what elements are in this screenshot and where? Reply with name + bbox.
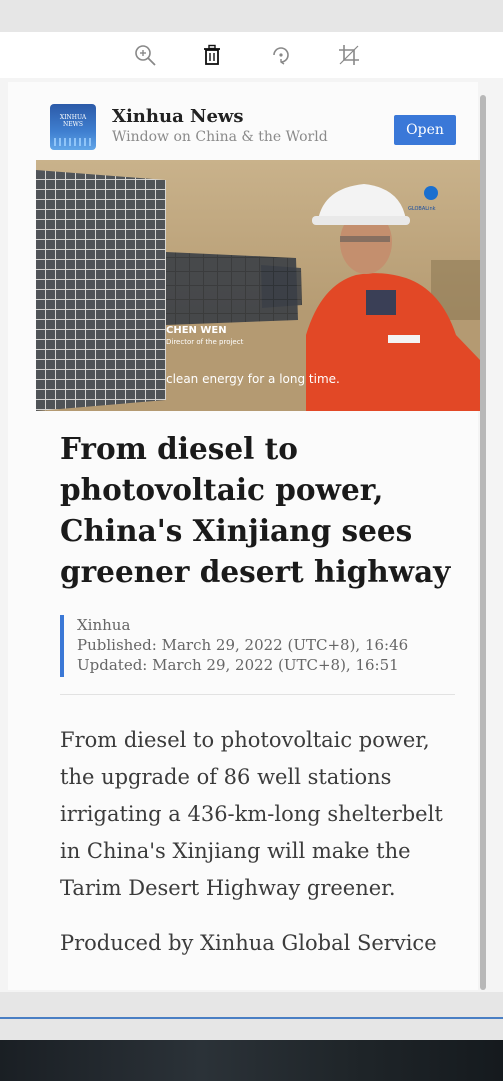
app-tagline: Window on China & the World	[112, 129, 328, 145]
speaker-name-caption: CHEN WEN	[166, 325, 227, 336]
zoom-in-icon[interactable]	[132, 42, 158, 68]
lower-gap	[0, 1019, 503, 1040]
rotate-icon[interactable]	[268, 42, 294, 68]
article-body: From diesel to photovoltaic power, the u…	[60, 728, 443, 900]
article-headline: From diesel to photovoltaic power, China…	[60, 431, 451, 589]
video-subtitle: clean energy for a long time.	[166, 372, 340, 386]
xinhua-app-logo: XINHUA NEWS	[50, 104, 96, 150]
app-name: Xinhua News	[112, 106, 244, 127]
article-source: Xinhua	[77, 616, 131, 634]
image-viewer-toolbar	[0, 32, 503, 78]
app-download-banner: XINHUA NEWS Xinhua News Window on China …	[50, 100, 460, 152]
article-meta: Xinhua Published: March 29, 2022 (UTC+8)…	[60, 615, 460, 677]
lower-strip	[0, 992, 503, 1017]
delete-icon[interactable]	[199, 42, 225, 68]
open-app-button[interactable]: Open	[394, 115, 456, 145]
next-media-preview	[0, 1040, 503, 1081]
globalink-watermark: GLOBALink	[408, 206, 436, 212]
top-strip	[0, 0, 503, 32]
speaker-role-caption: Director of the project	[166, 338, 244, 346]
published-timestamp: Published: March 29, 2022 (UTC+8), 16:46	[77, 636, 409, 654]
updated-timestamp: Updated: March 29, 2022 (UTC+8), 16:51	[77, 656, 399, 674]
crop-icon[interactable]	[336, 42, 362, 68]
article-video-frame[interactable]: CHEN WEN Director of the project clean e…	[36, 160, 480, 411]
page-scrollbar[interactable]	[480, 95, 486, 990]
meta-divider	[60, 694, 455, 695]
article-credit: Produced by Xinhua Global Service	[60, 931, 437, 955]
